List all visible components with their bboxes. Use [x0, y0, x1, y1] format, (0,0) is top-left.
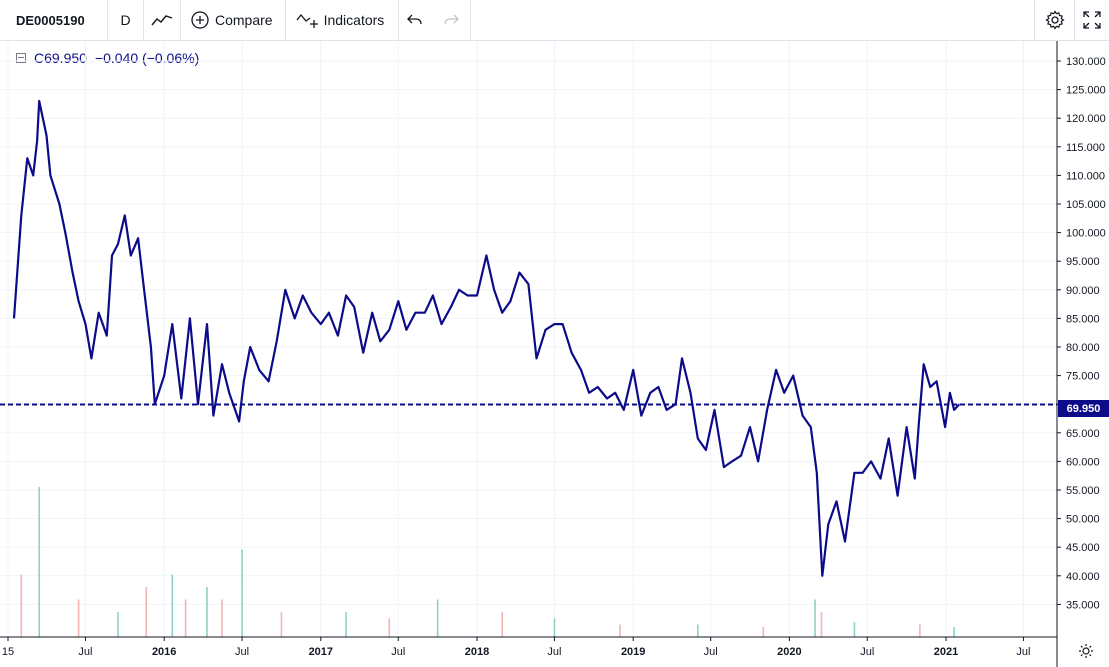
y-tick-label: 50.000: [1066, 514, 1100, 526]
x-tick-label: Jul: [391, 646, 405, 658]
compare-label: Compare: [215, 12, 273, 28]
y-tick-label: 90.000: [1066, 285, 1100, 297]
compare-button[interactable]: Compare: [181, 0, 286, 40]
volume-bar: [436, 599, 439, 637]
x-tick-label: 2017: [309, 646, 333, 658]
x-tick-label: Jul: [860, 646, 874, 658]
volume-bar: [20, 574, 23, 637]
volume-bar: [388, 618, 391, 637]
volume-bar: [619, 624, 621, 637]
x-tick-label: Jul: [1016, 646, 1030, 658]
volume-bar: [184, 599, 187, 637]
volume-bar: [145, 587, 148, 637]
volume-bar: [171, 574, 174, 637]
price-chart[interactable]: 130.000 125.000 120.000 115.000 110.000 105.0…: [0, 0, 1109, 667]
volume-bar: [553, 618, 556, 637]
volume-bars: [20, 487, 955, 637]
x-tick-label: Jul: [78, 646, 92, 658]
indicators-label: Indicators: [323, 12, 385, 28]
price-axis: 130.000 125.000 120.000 115.000 110.000 105.0…: [1056, 41, 1106, 667]
y-tick-label: 95.000: [1066, 256, 1100, 268]
y-tick-label: 85.000: [1066, 313, 1100, 325]
y-tick-label: 80.000: [1066, 342, 1100, 354]
volume-bar: [77, 599, 80, 637]
toolbar-spacer: [471, 0, 1035, 40]
y-tick-label: 100.000: [1066, 228, 1106, 240]
settings-button[interactable]: [1035, 0, 1075, 40]
undo-button[interactable]: [399, 0, 431, 40]
fullscreen-button[interactable]: [1075, 0, 1109, 40]
chart-type-button[interactable]: [144, 0, 181, 40]
volume-bar: [820, 612, 823, 637]
y-tick-label: 125.000: [1066, 85, 1106, 97]
volume-bar: [241, 549, 243, 637]
line-chart-icon: [151, 15, 173, 26]
x-tick-label: 2020: [777, 646, 801, 658]
redo-icon: [444, 14, 459, 25]
series-legend: C69.950 −0.040 (−0.06%): [16, 50, 199, 66]
y-tick-label: 120.000: [1066, 113, 1106, 125]
chart-grid: [0, 41, 1057, 637]
x-tick-label: 15: [2, 646, 14, 658]
volume-bar: [853, 622, 856, 637]
volume-bar: [345, 612, 347, 637]
interval-label: D: [120, 12, 131, 28]
volume-bar: [280, 612, 283, 637]
indicators-button[interactable]: Indicators: [286, 0, 400, 40]
y-tick-label: 110.000: [1066, 170, 1105, 182]
volume-bar: [814, 599, 816, 637]
x-tick-label: Jul: [704, 646, 718, 658]
y-tick-label: 60.000: [1066, 456, 1100, 468]
y-tick-label: 35.000: [1066, 599, 1100, 611]
axis-settings-button[interactable]: [1076, 642, 1096, 660]
y-tick-label: 105.000: [1066, 199, 1106, 211]
x-tick-label: 2019: [621, 646, 645, 658]
y-tick-label: 75.000: [1066, 371, 1100, 383]
volume-bar: [117, 612, 119, 637]
volume-bar: [919, 624, 921, 637]
volume-bar: [953, 627, 955, 637]
chart-toolbar: DE0005190 D Compare Indicators: [0, 0, 1109, 41]
x-tick-label: Jul: [235, 646, 249, 658]
x-tick-label: Jul: [547, 646, 561, 658]
y-tick-label: 115.000: [1066, 142, 1105, 154]
gear-icon: [1044, 10, 1065, 30]
volume-bar: [762, 627, 765, 637]
legend-change-value: −0.040 (−0.06%): [94, 50, 200, 66]
time-axis: 15 Jul 2016 Jul 2017 Jul 2018 Jul 2019 Jul 2020 Jul…: [0, 636, 1057, 658]
x-tick-label: 2018: [465, 646, 489, 658]
volume-bar: [697, 624, 699, 637]
x-tick-label: 2016: [152, 646, 176, 658]
volume-bar: [501, 612, 504, 637]
indicators-icon: [296, 13, 318, 28]
sun-gear-icon: [1079, 644, 1093, 658]
volume-bar: [221, 599, 223, 637]
y-tick-label: 65.000: [1066, 428, 1100, 440]
undo-icon: [407, 14, 422, 25]
volume-bar: [38, 487, 41, 637]
x-tick-label: 2021: [934, 646, 958, 658]
volume-bar: [206, 587, 208, 637]
y-tick-label: 40.000: [1066, 571, 1100, 583]
y-tick-label: 130.000: [1066, 56, 1106, 68]
fullscreen-icon: [1083, 11, 1101, 29]
y-tick-label: 45.000: [1066, 542, 1100, 554]
redo-button[interactable]: [431, 0, 472, 40]
interval-button[interactable]: D: [108, 0, 144, 40]
series-line: [12, 99, 961, 577]
symbol-search-button[interactable]: DE0005190: [0, 0, 108, 40]
plus-circle-icon: [191, 11, 209, 29]
last-price-label: 69.950: [1058, 400, 1109, 417]
legend-collapse-icon[interactable]: [16, 53, 26, 63]
legend-close-value: C69.950: [34, 50, 87, 66]
y-tick-label: 55.000: [1066, 485, 1100, 497]
symbol-label: DE0005190: [16, 12, 85, 28]
